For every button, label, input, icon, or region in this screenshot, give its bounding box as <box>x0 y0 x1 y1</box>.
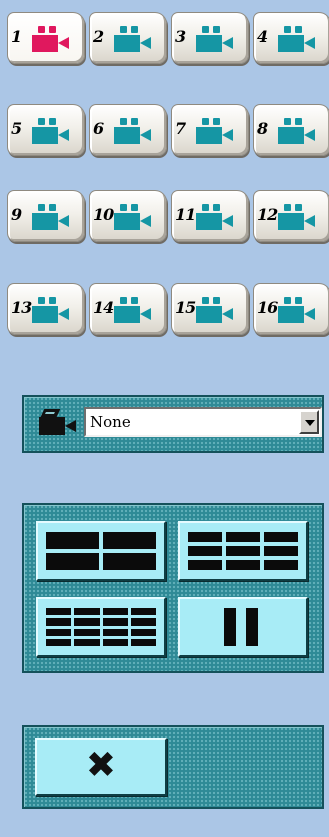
video-camera-icon <box>32 204 70 230</box>
camera-number: 9 <box>11 205 22 224</box>
camera-number: 16 <box>257 298 278 317</box>
camera-number: 5 <box>11 119 22 138</box>
camera-select[interactable]: None <box>84 407 322 437</box>
camera-select-panel: None <box>22 395 324 453</box>
layout-4-split-icon <box>46 532 156 570</box>
camera-number: 12 <box>257 205 278 224</box>
camera-button-15[interactable]: 15 <box>171 283 249 335</box>
camera-button-8[interactable]: 8 <box>253 104 329 156</box>
video-camera-icon <box>278 297 316 323</box>
video-camera-icon <box>114 297 152 323</box>
camera-button-6[interactable]: 6 <box>89 104 167 156</box>
video-camera-icon <box>278 26 316 52</box>
layout-16-split-button[interactable] <box>36 597 166 657</box>
layout-pause-button[interactable] <box>178 597 308 657</box>
camera-button-2[interactable]: 2 <box>89 12 167 64</box>
video-camera-icon <box>196 26 234 52</box>
camera-number: 1 <box>11 27 22 46</box>
camera-number: 7 <box>175 119 186 138</box>
chevron-down-icon[interactable] <box>299 410 319 434</box>
layout-9-split-icon <box>188 532 298 570</box>
video-camera-icon <box>114 204 152 230</box>
camera-select-value: None <box>90 413 131 431</box>
camera-button-11[interactable]: 11 <box>171 190 249 242</box>
video-camera-icon <box>278 118 316 144</box>
camera-number: 2 <box>93 27 104 46</box>
layout-panel <box>22 503 324 673</box>
video-camera-icon <box>196 297 234 323</box>
close-button[interactable]: ✖ <box>35 738 167 796</box>
camera-button-10[interactable]: 10 <box>89 190 167 242</box>
camera-button-5[interactable]: 5 <box>7 104 85 156</box>
camera-button-9[interactable]: 9 <box>7 190 85 242</box>
video-camera-icon <box>32 118 70 144</box>
camera-number: 13 <box>11 298 32 317</box>
camera-number: 15 <box>175 298 196 317</box>
camera-button-3[interactable]: 3 <box>171 12 249 64</box>
camera-button-7[interactable]: 7 <box>171 104 249 156</box>
layout-16-split-icon <box>46 608 156 646</box>
camera-button-4[interactable]: 4 <box>253 12 329 64</box>
video-camera-icon <box>114 26 152 52</box>
video-camera-icon <box>32 297 70 323</box>
camera-number: 6 <box>93 119 104 138</box>
layout-pause-icon <box>224 608 260 646</box>
video-camera-icon <box>32 26 70 52</box>
camera-button-14[interactable]: 14 <box>89 283 167 335</box>
layout-4-split-button[interactable] <box>36 521 166 581</box>
camera-number: 3 <box>175 27 186 46</box>
video-camera-icon <box>278 204 316 230</box>
camera-number: 8 <box>257 119 268 138</box>
close-icon: ✖ <box>85 744 117 786</box>
video-camera-icon <box>196 204 234 230</box>
layout-9-split-button[interactable] <box>178 521 308 581</box>
camera-button-12[interactable]: 12 <box>253 190 329 242</box>
video-camera-icon <box>196 118 234 144</box>
video-camera-icon <box>114 118 152 144</box>
close-panel: ✖ <box>22 725 324 809</box>
camera-number: 11 <box>175 205 196 224</box>
camera-button-16[interactable]: 16 <box>253 283 329 335</box>
film-camera-icon <box>39 409 77 435</box>
camera-number: 14 <box>93 298 114 317</box>
camera-button-13[interactable]: 13 <box>7 283 85 335</box>
camera-button-1[interactable]: 1 <box>7 12 85 64</box>
camera-number: 10 <box>93 205 114 224</box>
camera-number: 4 <box>257 27 268 46</box>
